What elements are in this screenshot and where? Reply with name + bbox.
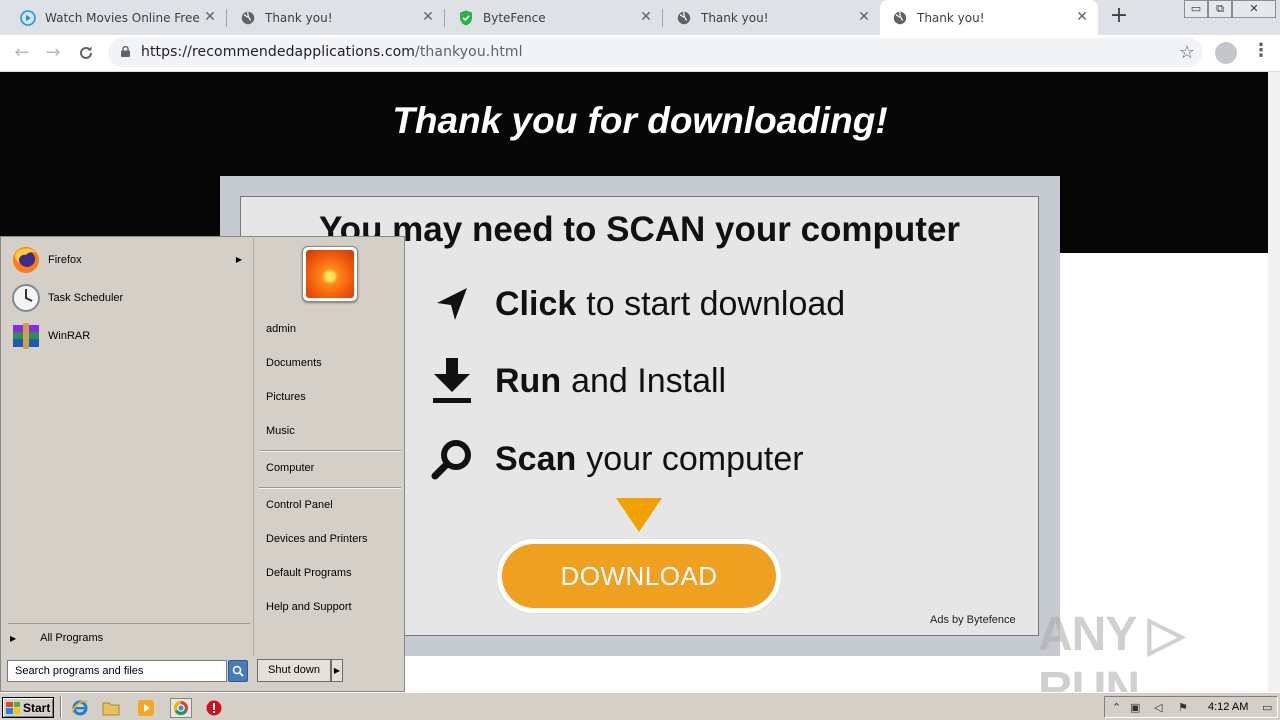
cursor-arrow-icon [430,280,474,328]
globe-icon [676,10,692,26]
start-right-music[interactable]: Music [266,425,295,437]
restore-button[interactable]: ⧉ [1208,0,1232,18]
search-icon[interactable] [228,660,248,682]
action-center-flag-icon[interactable]: ⚑ [1178,701,1188,714]
forward-arrow-icon[interactable]: → [43,43,63,63]
step-bold: Scan [495,439,577,478]
magnifier-icon [430,435,474,483]
download-button[interactable]: DOWNLOAD [497,539,781,613]
start-button[interactable]: Start [2,697,54,718]
bookmark-star-icon[interactable]: ☆ [1179,42,1195,63]
step-text: and Install [571,361,727,400]
start-right-documents[interactable]: Documents [266,357,322,369]
winrar-icon [10,320,42,352]
start-label: Start [23,700,51,715]
start-search-input[interactable]: Search programs and files [7,660,227,682]
tab-strip: Watch Movies Online Free - 123 ✕ Thank y… [0,0,1280,35]
user-picture-icon[interactable] [302,246,358,302]
chrome-icon[interactable] [170,698,192,718]
back-arrow-icon[interactable]: ← [12,43,32,63]
start-right-control-panel[interactable]: Control Panel [266,499,333,511]
taskbar: Start ⌃ ▣ ◁ ⚑ 4:12 AM ▭ [0,692,1280,720]
volume-icon[interactable]: ◁ [1154,701,1162,714]
ads-by-label: Ads by Bytefence [930,614,1016,626]
tab-title: ByteFence [483,10,546,25]
opera-icon[interactable] [204,698,224,718]
media-player-icon[interactable] [136,698,156,718]
browser-toolbar: ← → https://recommendedapplications.com/… [0,35,1280,72]
tab-close-icon[interactable]: ✕ [202,9,218,25]
address-bar[interactable]: https://recommendedapplications.com/than… [108,38,1203,67]
step-click: Click to start download [430,279,845,329]
start-item-label: Firefox [48,254,82,266]
start-right-devices-printers[interactable]: Devices and Printers [266,533,368,545]
step-text: to start download [586,284,846,323]
start-right-default-programs[interactable]: Default Programs [266,567,352,579]
tab-thank-you-1[interactable]: Thank you! ✕ [228,0,444,35]
menu-kebab-icon[interactable]: ⋮ [1252,40,1270,64]
start-item-label: Task Scheduler [48,292,124,304]
tab-title: Thank you! [917,10,985,25]
tab-thank-you-active[interactable]: Thank you! ✕ [880,0,1098,35]
close-window-button[interactable]: ✕ [1232,0,1276,18]
start-right-computer[interactable]: Computer [266,462,314,474]
start-menu-divider [8,623,250,624]
all-programs-label: All Programs [40,632,104,644]
page-scrollbar[interactable] [1268,72,1280,692]
tab-thank-you-2[interactable]: Thank you! ✕ [664,0,880,35]
start-item-winrar[interactable]: WinRAR [10,319,250,353]
submenu-arrow-icon: ▶ [235,255,242,264]
step-text: your computer [586,439,804,478]
tab-bytefence[interactable]: ByteFence ✕ [446,0,662,35]
step-bold: Click [495,284,577,323]
explorer-folder-icon[interactable] [101,698,121,718]
globe-icon [892,10,908,26]
start-right-admin[interactable]: admin [266,323,296,335]
start-right-divider [259,487,401,489]
network-icon[interactable]: ▣ [1130,701,1140,714]
tab-close-icon[interactable]: ✕ [420,9,436,25]
taskbar-clock[interactable]: 4:12 AM [1208,701,1248,713]
url-text: https://recommendedapplications.com/than… [141,44,523,60]
start-right-divider [259,450,401,452]
start-right-help-support[interactable]: Help and Support [266,601,352,613]
tab-title: Watch Movies Online Free - 123 [45,10,203,25]
step-scan: Scan your computer [430,434,804,484]
new-tab-button[interactable]: + [1108,5,1130,28]
start-item-firefox[interactable]: Firefox ▶ [10,243,250,277]
shield-icon [458,10,474,26]
start-right-pictures[interactable]: Pictures [266,391,306,403]
reload-icon[interactable] [76,43,96,63]
play-circle-icon [20,9,36,26]
all-programs-item[interactable]: ▶ All Programs [10,632,103,644]
tab-watch-movies[interactable]: Watch Movies Online Free - 123 ✕ [8,0,226,35]
url-path: /thankyou.html [415,44,523,60]
tab-close-icon[interactable]: ✕ [856,9,872,25]
show-desktop-icon[interactable]: ▭ [1262,701,1272,714]
windows-flag-icon [6,701,20,714]
shutdown-button[interactable]: Shut down [257,659,331,682]
hero-title: Thank you for downloading! [392,100,888,141]
start-item-task-scheduler[interactable]: Task Scheduler [10,281,250,315]
start-item-label: WinRAR [48,330,91,342]
tab-close-icon[interactable]: ✕ [1074,9,1090,25]
firefox-icon [10,244,42,276]
download-icon [430,357,474,405]
url-host: https://recommendedapplications.com [141,44,416,60]
down-triangle-icon [616,498,662,532]
shutdown-options-arrow-icon[interactable]: ▶ [331,659,343,682]
tab-close-icon[interactable]: ✕ [638,9,654,25]
lock-icon [121,46,130,57]
tab-title: Thank you! [265,10,333,25]
profile-avatar-icon[interactable] [1215,42,1237,64]
step-bold: Run [495,361,562,400]
step-run: Run and Install [430,356,726,406]
internet-explorer-icon[interactable] [70,698,90,718]
minimize-button[interactable]: ▭ [1184,0,1208,18]
tray-expand-icon[interactable]: ⌃ [1112,701,1121,714]
clock-icon [10,282,42,314]
tab-title: Thank you! [701,10,769,25]
globe-icon [240,10,256,26]
expand-arrow-icon: ▶ [10,633,17,643]
